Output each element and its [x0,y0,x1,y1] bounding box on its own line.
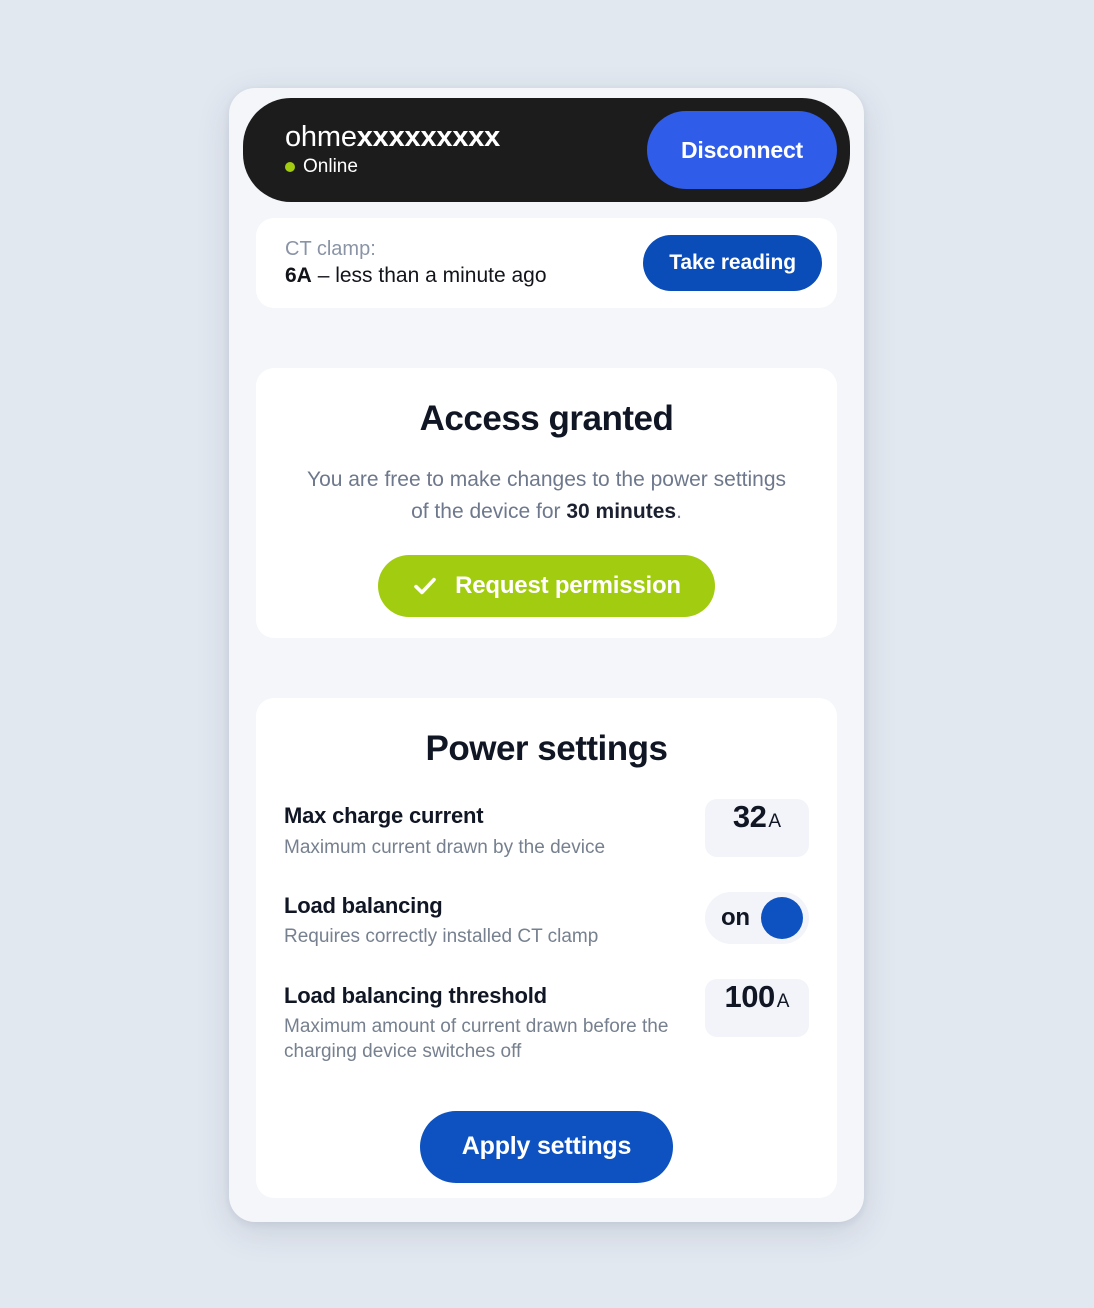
setting-text: Load balancing Requires correctly instal… [284,892,691,950]
setting-name: Load balancing [284,892,443,918]
device-identity: ohmexxxxxxxxx Online [285,122,500,177]
setting-text: Load balancing threshold Maximum amount … [284,982,691,1065]
toggle-state-label: on [721,903,750,931]
load-balancing-toggle[interactable]: on [705,891,809,944]
device-status-label: Online [303,155,358,177]
setting-row: Max charge current Maximum current drawn… [284,799,809,860]
access-title: Access granted [419,399,674,438]
value-number: 100 [724,978,776,1014]
toggle-knob [761,896,803,939]
value-number: 32 [732,799,767,834]
request-permission-button[interactable]: Request permission [378,555,715,617]
apply-settings-button[interactable]: Apply settings [419,1110,674,1183]
device-status: Online [285,156,500,178]
device-id: ohmexxxxxxxxx [285,122,500,152]
access-description: You are free to make changes to the powe… [286,464,807,527]
device-panel: ohmexxxxxxxxx Online Disconnect CT clamp… [229,88,864,1222]
load-balancing-threshold-value[interactable]: 100 A [705,978,809,1037]
status-dot-online-icon [285,161,295,172]
power-settings-title: Power settings [425,729,668,768]
setting-text: Max charge current Maximum current drawn… [284,802,691,860]
setting-description: Maximum amount of current drawn before t… [284,1016,669,1063]
device-header: ohmexxxxxxxxx Online Disconnect [243,98,850,202]
setting-row: Load balancing threshold Maximum amount … [284,978,809,1065]
power-settings-card: Power settings Max charge current Maximu… [256,698,837,1198]
setting-description: Requires correctly installed CT clamp [284,926,599,948]
setting-name: Max charge current [284,803,484,828]
device-id-prefix: ohme [285,121,357,154]
value-unit: A [776,990,790,1012]
access-description-prefix: You are free to make changes to the powe… [306,468,787,523]
access-duration: 30 minutes [566,499,677,523]
access-granted-card: Access granted You are free to make chan… [256,368,837,638]
take-reading-button[interactable]: Take reading [643,235,822,291]
ct-clamp-card: CT clamp: 6A – less than a minute ago Ta… [256,218,837,308]
value-unit: A [768,811,782,832]
apply-settings-wrap: Apply settings [284,1110,809,1183]
setting-row: Load balancing Requires correctly instal… [284,891,809,950]
check-icon [414,577,436,595]
access-description-suffix: . [676,499,682,523]
setting-name: Load balancing threshold [284,982,547,1008]
ct-clamp-label: CT clamp: [285,237,376,260]
ct-clamp-readout: CT clamp: 6A – less than a minute ago [285,237,547,289]
device-id-suffix: xxxxxxxxx [356,121,501,154]
request-permission-label: Request permission [455,572,681,599]
ct-clamp-amps: 6A [285,263,312,287]
disconnect-button[interactable]: Disconnect [647,111,837,189]
setting-description: Maximum current drawn by the device [284,836,606,858]
ct-clamp-value: 6A – less than a minute ago [285,263,547,289]
max-charge-current-value[interactable]: 32 A [705,799,809,857]
ct-clamp-timestamp: – less than a minute ago [311,263,547,287]
